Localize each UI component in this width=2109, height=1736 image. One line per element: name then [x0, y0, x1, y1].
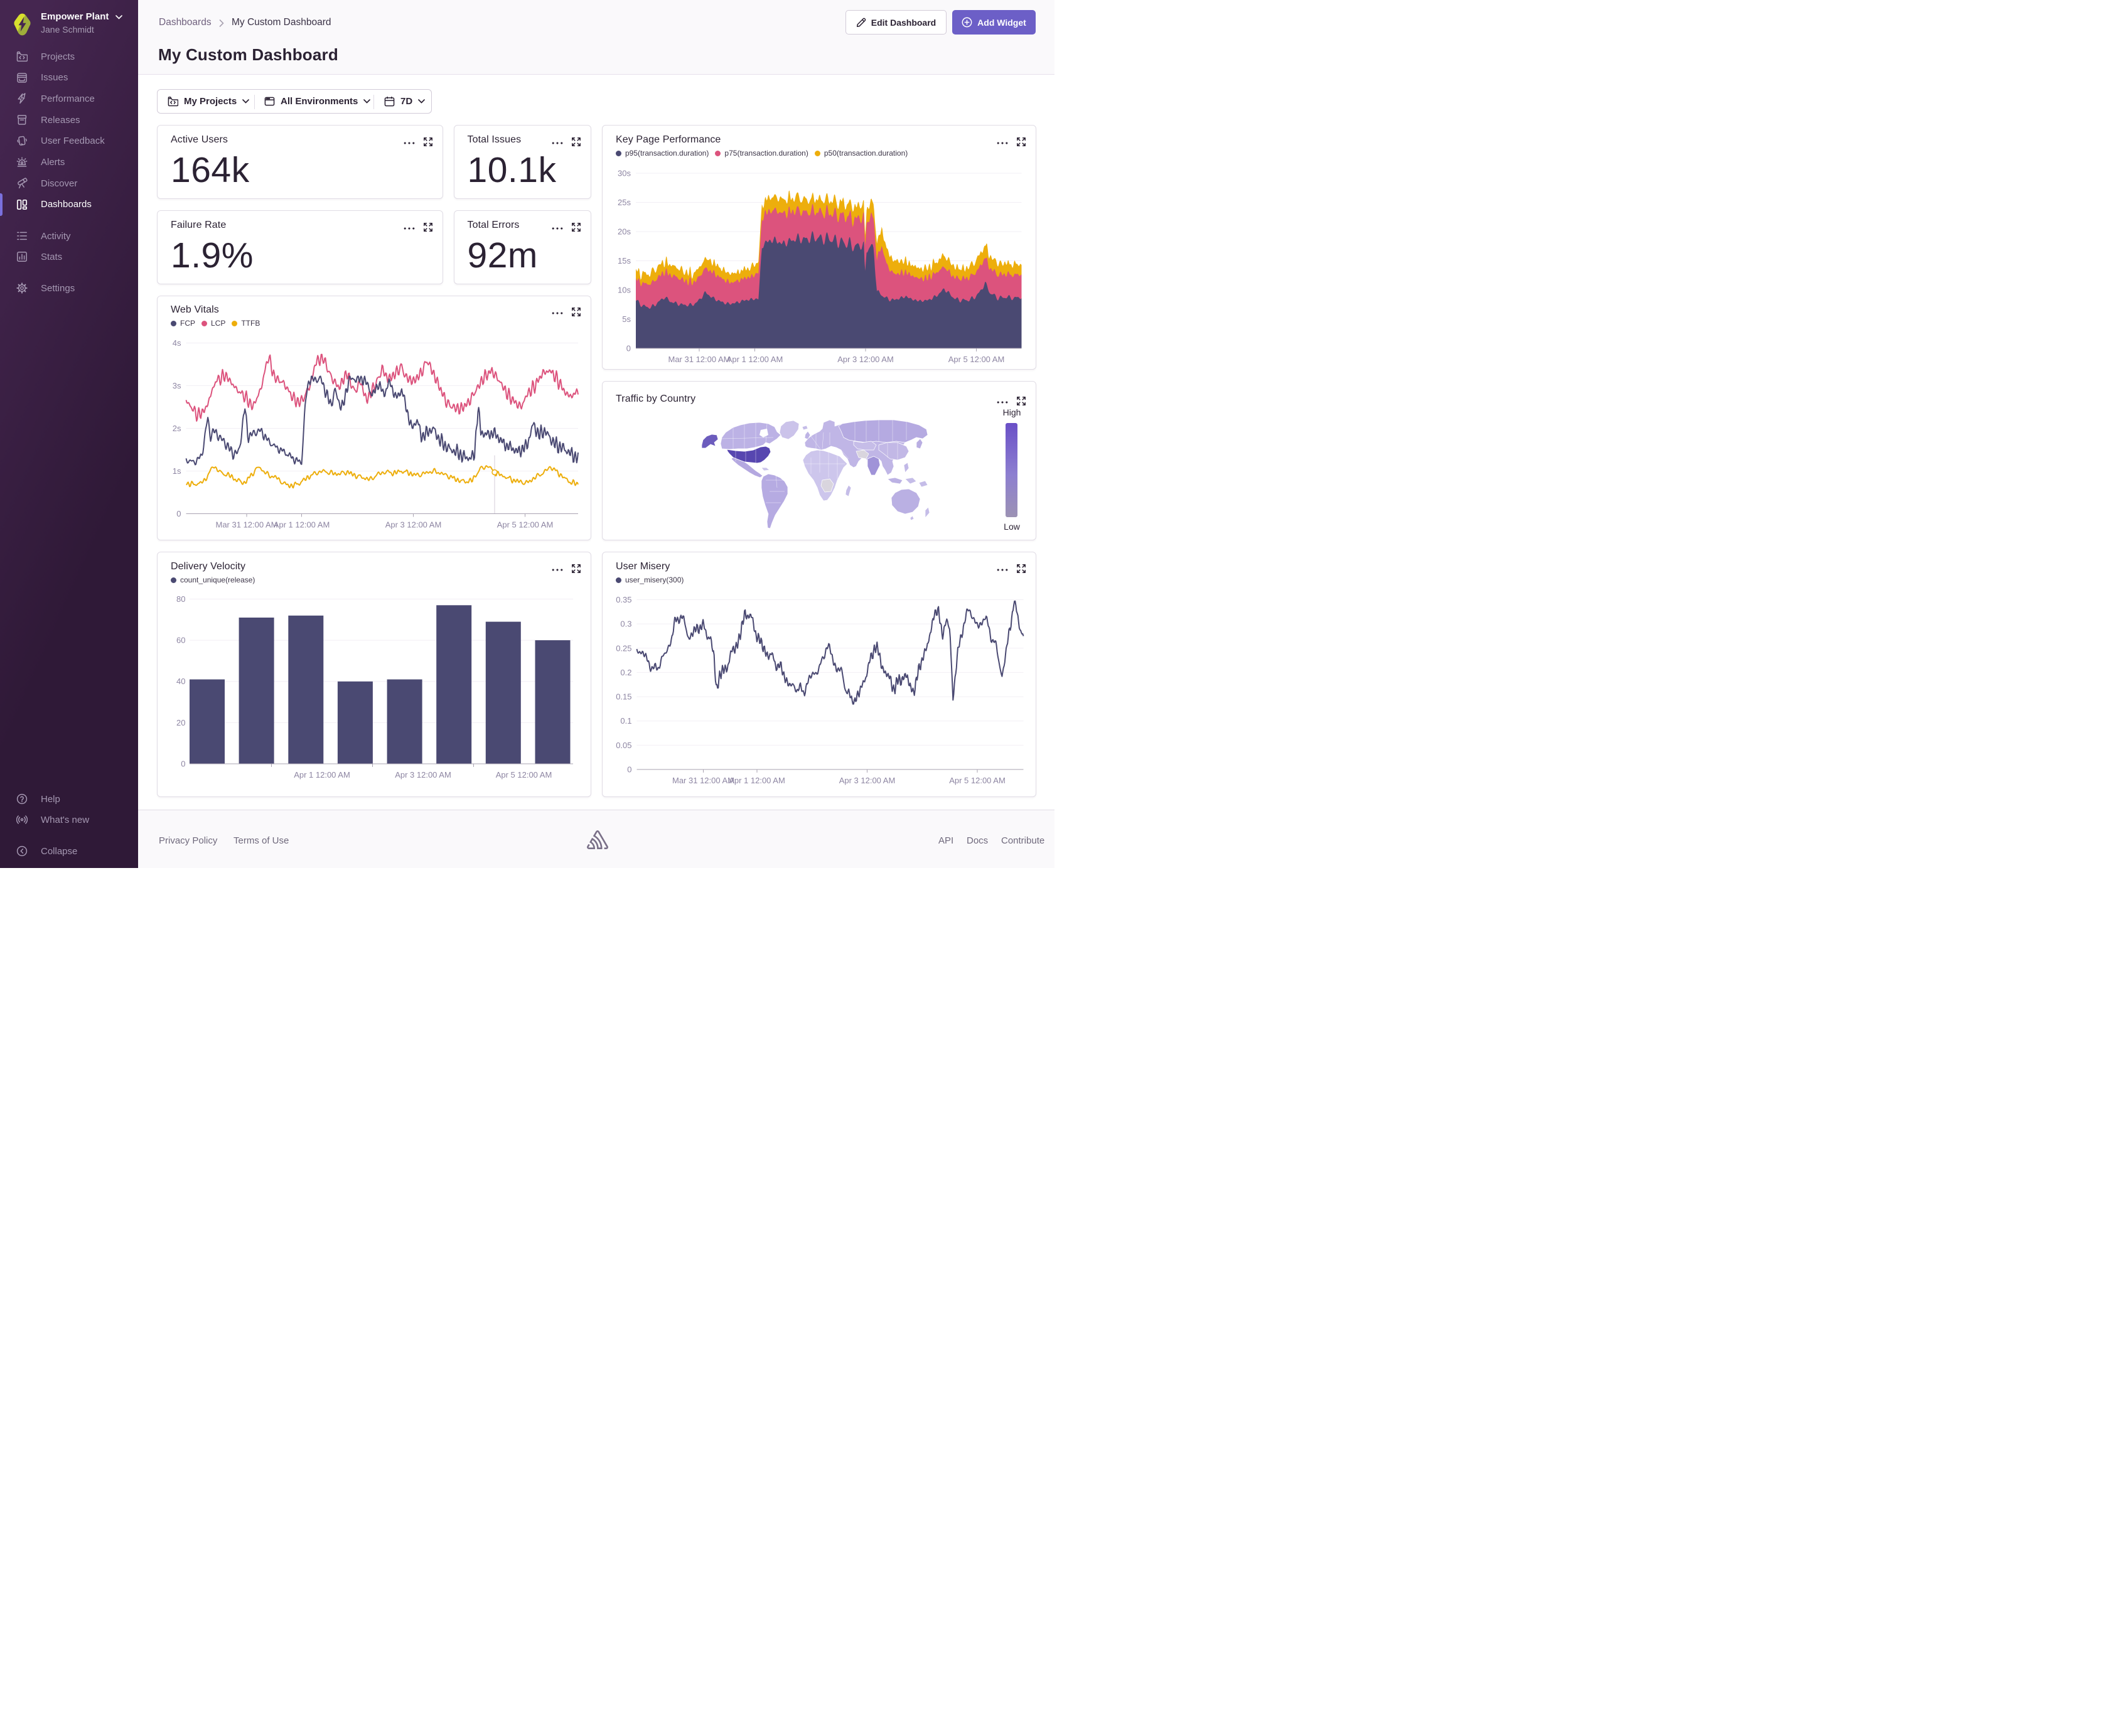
- svg-text:40: 40: [176, 677, 185, 686]
- svg-text:0.35: 0.35: [616, 595, 631, 604]
- svg-text:2s: 2s: [173, 424, 181, 433]
- svg-text:Apr 5 12:00 AM: Apr 5 12:00 AM: [949, 776, 1006, 785]
- svg-text:0.3: 0.3: [620, 619, 631, 629]
- svg-text:1s: 1s: [173, 466, 181, 476]
- svg-text:Apr 5 12:00 AM: Apr 5 12:00 AM: [948, 355, 1005, 364]
- svg-text:60: 60: [176, 636, 185, 645]
- svg-text:0: 0: [626, 344, 631, 353]
- svg-text:Apr 3 12:00 AM: Apr 3 12:00 AM: [839, 776, 896, 785]
- svg-text:Mar 31 12:00 AM: Mar 31 12:00 AM: [672, 776, 734, 785]
- svg-text:Apr 3 12:00 AM: Apr 3 12:00 AM: [385, 520, 442, 530]
- svg-text:30s: 30s: [618, 169, 631, 178]
- svg-text:10s: 10s: [618, 286, 631, 295]
- svg-text:Apr 1 12:00 AM: Apr 1 12:00 AM: [729, 776, 785, 785]
- svg-text:20s: 20s: [618, 227, 631, 237]
- svg-text:Apr 3 12:00 AM: Apr 3 12:00 AM: [395, 770, 451, 780]
- svg-text:0.2: 0.2: [620, 668, 631, 677]
- svg-text:20: 20: [176, 718, 185, 727]
- svg-text:0: 0: [181, 759, 185, 769]
- svg-text:0.1: 0.1: [620, 716, 631, 726]
- svg-text:Apr 5 12:00 AM: Apr 5 12:00 AM: [497, 520, 554, 530]
- svg-text:Apr 3 12:00 AM: Apr 3 12:00 AM: [837, 355, 894, 364]
- svg-text:0.15: 0.15: [616, 692, 631, 702]
- svg-text:Apr 1 12:00 AM: Apr 1 12:00 AM: [727, 355, 783, 364]
- svg-text:Apr 1 12:00 AM: Apr 1 12:00 AM: [294, 770, 350, 780]
- svg-text:Mar 31 12:00 AM: Mar 31 12:00 AM: [216, 520, 278, 530]
- svg-text:25s: 25s: [618, 198, 631, 207]
- svg-text:0.25: 0.25: [616, 643, 631, 653]
- svg-text:4s: 4s: [173, 338, 181, 348]
- svg-text:3s: 3s: [173, 381, 181, 390]
- svg-text:Apr 1 12:00 AM: Apr 1 12:00 AM: [274, 520, 330, 530]
- svg-text:Mar 31 12:00 AM: Mar 31 12:00 AM: [668, 355, 731, 364]
- svg-text:Apr 5 12:00 AM: Apr 5 12:00 AM: [496, 770, 552, 780]
- svg-text:0: 0: [176, 509, 181, 518]
- svg-text:5s: 5s: [622, 314, 631, 324]
- svg-text:0.05: 0.05: [616, 741, 631, 750]
- svg-text:15s: 15s: [618, 256, 631, 265]
- svg-text:80: 80: [176, 594, 185, 604]
- svg-text:0: 0: [627, 765, 631, 774]
